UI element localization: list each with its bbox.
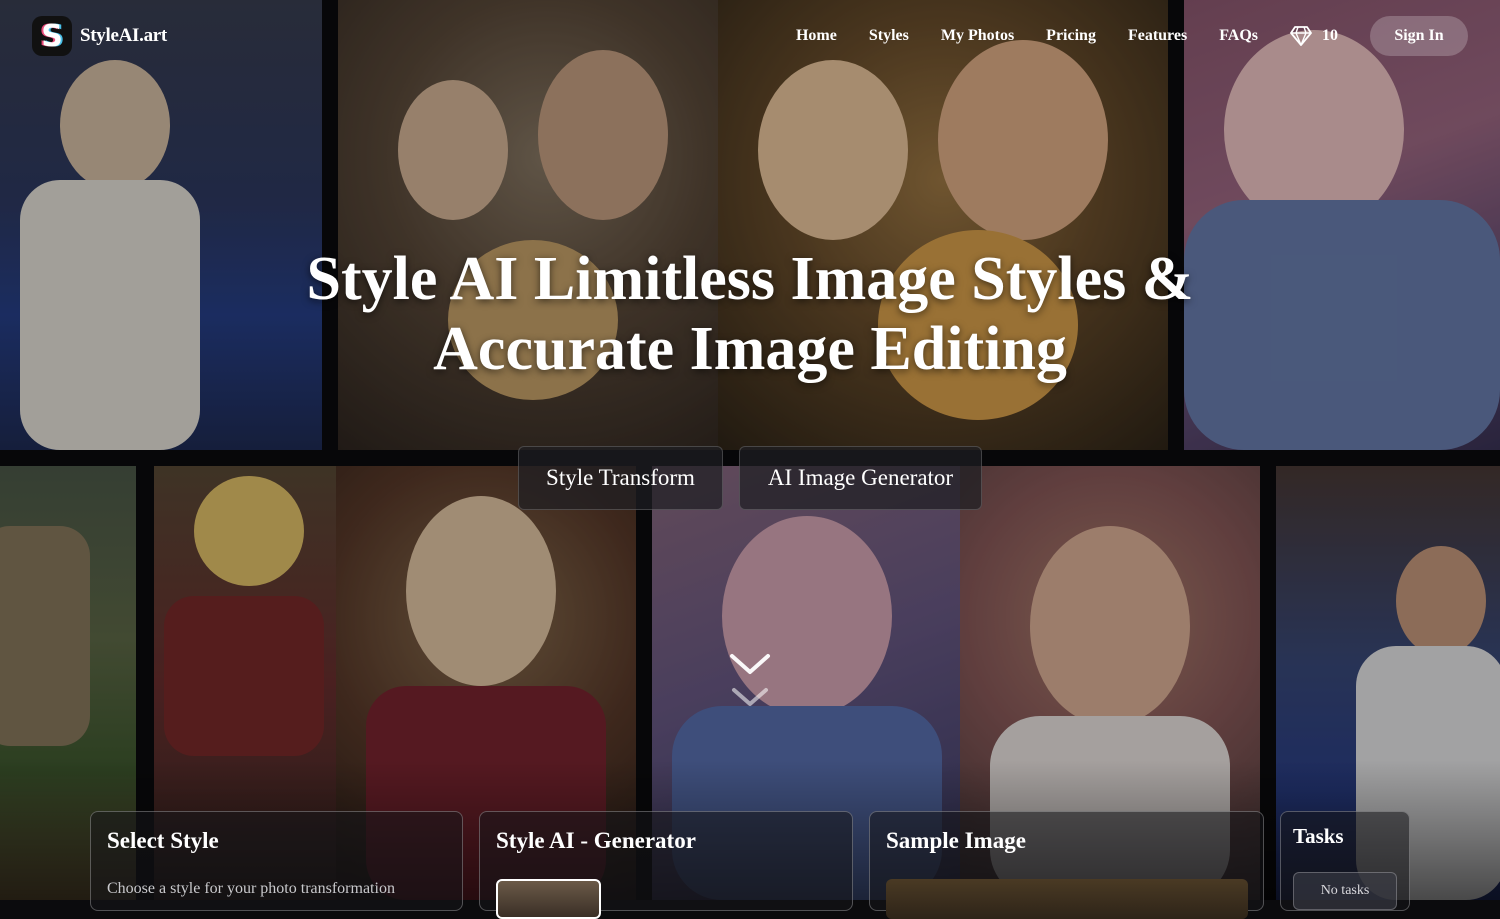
chevron-down-icon-secondary (732, 688, 768, 706)
generator-style-thumbnail[interactable] (496, 879, 601, 919)
nav-styles[interactable]: Styles (869, 27, 909, 45)
nav-my-photos[interactable]: My Photos (941, 27, 1014, 45)
generator-title: Style AI - Generator (496, 828, 696, 853)
top-navbar: S StyleAI.art Home Styles My Photos Pric… (0, 0, 1500, 72)
hero-title: Style AI Limitless Image Styles & Accura… (250, 244, 1250, 384)
select-style-subtitle: Choose a style for your photo transforma… (107, 880, 395, 897)
nav-home[interactable]: Home (796, 27, 837, 45)
sign-in-button[interactable]: Sign In (1370, 16, 1468, 56)
nav-faqs[interactable]: FAQs (1219, 27, 1258, 45)
brand-name: StyleAI.art (80, 25, 167, 46)
hero-title-line-1: Style AI Limitless Image Styles & (306, 245, 1194, 313)
sample-image-panel: Sample Image (869, 811, 1264, 919)
scroll-down-indicator[interactable] (728, 650, 772, 714)
chevron-down-icon (730, 654, 770, 674)
logo-icon: S (32, 16, 72, 56)
credits-counter[interactable]: 10 (1290, 26, 1338, 46)
select-style-panel: Select Style Choose a style for your pho… (90, 811, 463, 911)
generator-panel: Style AI - Generator (479, 811, 853, 919)
select-style-title: Select Style (107, 828, 219, 853)
tab-ai-image-generator[interactable]: AI Image Generator (739, 446, 982, 510)
logo-letter: S (41, 18, 63, 54)
nav-features[interactable]: Features (1128, 27, 1187, 45)
no-tasks-placeholder: No tasks (1293, 872, 1397, 910)
main-nav: Home Styles My Photos Pricing Features F… (796, 16, 1500, 56)
sample-image-preview[interactable] (886, 879, 1248, 919)
tasks-panel: Tasks No tasks (1280, 811, 1410, 911)
tasks-title: Tasks (1293, 824, 1344, 848)
tab-style-transform[interactable]: Style Transform (518, 446, 723, 510)
hero-title-line-2: Accurate Image Editing (433, 315, 1067, 383)
brand-logo[interactable]: S StyleAI.art (32, 16, 167, 56)
nav-pricing[interactable]: Pricing (1046, 27, 1096, 45)
sample-image-title: Sample Image (886, 828, 1026, 853)
mode-tabs: Style Transform AI Image Generator (518, 446, 982, 510)
diamond-icon (1290, 26, 1312, 46)
credits-value: 10 (1322, 27, 1338, 44)
